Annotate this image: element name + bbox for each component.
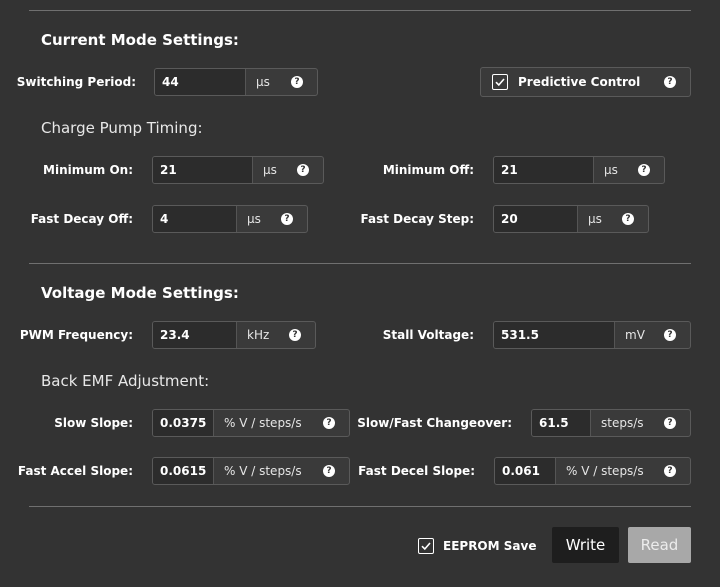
pwm-frequency-input[interactable]: 23.4: [153, 322, 237, 348]
slow-fast-changeover-label: Slow/Fast Changeover:: [357, 416, 512, 430]
fast-decel-slope-label: Fast Decel Slope:: [358, 464, 475, 478]
fast-decay-off-label: Fast Decay Off:: [30, 212, 133, 226]
fast-decel-slope-unit: % V / steps/s: [566, 464, 644, 478]
slow-fast-changeover-input[interactable]: 61.5: [532, 410, 591, 436]
charge-pump-title: Charge Pump Timing:: [41, 119, 203, 137]
stall-voltage-input[interactable]: 531.5: [494, 322, 615, 348]
minimum-off-field[interactable]: 21 µs?: [493, 156, 665, 184]
check-icon: [421, 542, 431, 551]
stall-voltage-unit: mV: [625, 328, 645, 342]
minimum-on-input[interactable]: 21: [153, 157, 253, 183]
fast-decel-slope-input[interactable]: 0.061: [495, 458, 556, 484]
slow-fast-changeover-field[interactable]: 61.5 steps/s?: [531, 409, 691, 437]
fast-decay-step-input[interactable]: 20: [494, 206, 578, 232]
help-icon[interactable]: ?: [664, 329, 676, 341]
fast-decay-off-field[interactable]: 4 µs?: [152, 205, 308, 233]
current-mode-title: Current Mode Settings:: [41, 31, 239, 49]
voltage-mode-title: Voltage Mode Settings:: [41, 284, 239, 302]
check-icon: [495, 78, 505, 87]
eeprom-save-checkbox[interactable]: [418, 538, 434, 554]
stall-voltage-field[interactable]: 531.5 mV?: [493, 321, 691, 349]
predictive-control-label: Predictive Control: [518, 75, 641, 89]
minimum-on-label: Minimum On:: [43, 163, 133, 177]
fast-accel-slope-label: Fast Accel Slope:: [17, 464, 133, 478]
minimum-off-unit: µs: [604, 163, 618, 177]
slow-slope-unit: % V / steps/s: [224, 416, 302, 430]
minimum-off-input[interactable]: 21: [494, 157, 594, 183]
switching-period-unit: µs: [256, 75, 270, 89]
help-icon[interactable]: ?: [664, 76, 676, 88]
help-icon[interactable]: ?: [323, 465, 335, 477]
section-divider: [29, 263, 691, 264]
help-icon[interactable]: ?: [323, 417, 335, 429]
footer-divider: [29, 506, 691, 507]
help-icon[interactable]: ?: [281, 213, 293, 225]
slow-slope-field[interactable]: 0.0375 % V / steps/s?: [152, 409, 350, 437]
help-icon[interactable]: ?: [664, 417, 676, 429]
help-icon[interactable]: ?: [289, 329, 301, 341]
help-icon[interactable]: ?: [664, 465, 676, 477]
pwm-frequency-unit: kHz: [247, 328, 270, 342]
minimum-on-field[interactable]: 21 µs?: [152, 156, 324, 184]
top-divider: [29, 10, 691, 11]
switching-period-field[interactable]: 44 µs?: [154, 68, 318, 96]
fast-decay-off-unit: µs: [247, 212, 261, 226]
slow-slope-input[interactable]: 0.0375: [153, 410, 214, 436]
stall-voltage-label: Stall Voltage:: [382, 328, 474, 342]
fast-decel-slope-field[interactable]: 0.061 % V / steps/s?: [494, 457, 691, 485]
minimum-on-unit: µs: [263, 163, 277, 177]
write-button[interactable]: Write: [552, 527, 619, 563]
slow-fast-changeover-unit: steps/s: [601, 416, 644, 430]
predictive-control-checkbox[interactable]: [492, 74, 508, 90]
slow-slope-label: Slow Slope:: [54, 416, 133, 430]
fast-accel-slope-field[interactable]: 0.0615 % V / steps/s?: [152, 457, 350, 485]
fast-decay-step-label: Fast Decay Step:: [360, 212, 475, 226]
help-icon[interactable]: ?: [622, 213, 634, 225]
minimum-off-label: Minimum Off:: [382, 163, 474, 177]
switching-period-input[interactable]: 44: [155, 69, 246, 95]
predictive-control-toggle[interactable]: Predictive Control ?: [480, 67, 691, 97]
pwm-frequency-field[interactable]: 23.4 kHz?: [152, 321, 316, 349]
back-emf-title: Back EMF Adjustment:: [41, 372, 210, 390]
help-icon[interactable]: ?: [297, 164, 309, 176]
help-icon[interactable]: ?: [638, 164, 650, 176]
fast-decay-step-field[interactable]: 20 µs?: [493, 205, 649, 233]
help-icon[interactable]: ?: [291, 76, 303, 88]
read-button[interactable]: Read: [628, 527, 691, 563]
fast-decay-step-unit: µs: [588, 212, 602, 226]
pwm-frequency-label: PWM Frequency:: [19, 328, 133, 342]
fast-accel-slope-input[interactable]: 0.0615: [153, 458, 214, 484]
switching-period-label: Switching Period:: [16, 75, 136, 89]
fast-accel-slope-unit: % V / steps/s: [224, 464, 302, 478]
fast-decay-off-input[interactable]: 4: [153, 206, 237, 232]
eeprom-save-label[interactable]: EEPROM Save: [443, 539, 536, 553]
